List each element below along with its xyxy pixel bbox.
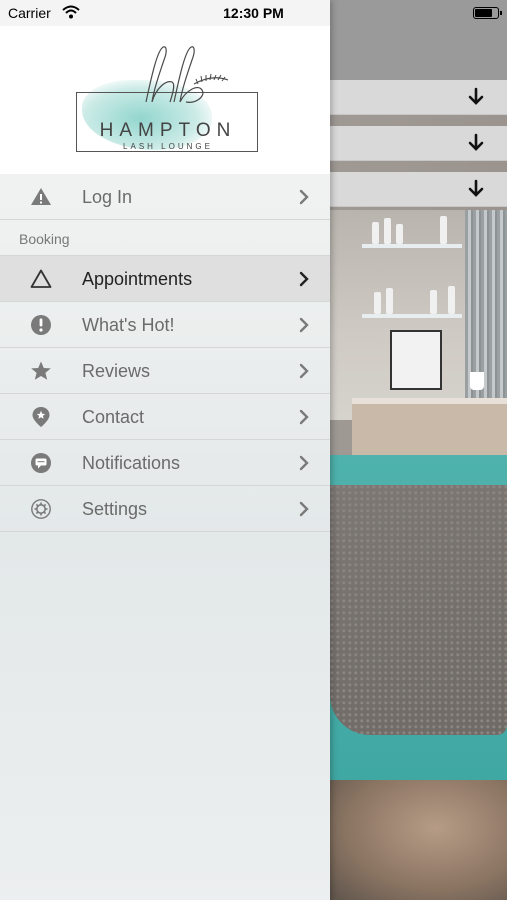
- triangle-icon: [30, 269, 52, 288]
- menu-item-label: Log In: [82, 187, 133, 207]
- status-time: 12:30 PM: [223, 5, 284, 21]
- logo-title: HAMPTON: [99, 120, 237, 141]
- background-collapsible-row[interactable]: [330, 80, 507, 115]
- menu-item-reviews[interactable]: Reviews: [0, 348, 330, 394]
- star-icon: [31, 361, 51, 380]
- chevron-right-icon: [299, 455, 309, 471]
- background-photo-bottle: [396, 224, 403, 244]
- status-bar: Carrier 12:30 PM: [0, 0, 507, 26]
- chevron-right-icon: [299, 409, 309, 425]
- gear-icon: [31, 499, 51, 519]
- background-photo-bottle: [384, 218, 391, 244]
- menu-item-notifications[interactable]: Notifications: [0, 440, 330, 486]
- menu-item-label: Notifications: [82, 453, 181, 473]
- section-header-label: Booking: [19, 231, 70, 247]
- background-collapsible-row[interactable]: [330, 172, 507, 207]
- arrow-down-icon: [468, 87, 484, 105]
- background-collapsible-row[interactable]: [330, 126, 507, 161]
- menu-item-label: Settings: [82, 499, 148, 519]
- background-photo-shelf: [362, 314, 462, 318]
- arrow-down-icon: [468, 179, 484, 197]
- chevron-right-icon: [299, 189, 309, 205]
- battery-icon: [473, 7, 502, 19]
- drawer-header: HAMPTON LASH LOUNGE: [0, 26, 330, 174]
- background-photo-cup: [470, 372, 484, 390]
- logo-subtitle: LASH LOUNGE: [123, 142, 213, 151]
- menu-item-appointments[interactable]: Appointments: [0, 256, 330, 302]
- chevron-right-icon: [299, 501, 309, 517]
- background-photo-monitor: [390, 330, 442, 390]
- chevron-right-icon: [299, 271, 309, 287]
- logo-monogram-icon: [145, 46, 229, 103]
- arrow-down-icon: [468, 133, 484, 151]
- background-photo-bottle: [430, 290, 437, 314]
- background-photo-bottle: [440, 216, 447, 244]
- background-photo-bottle: [448, 286, 455, 314]
- side-drawer: HAMPTON LASH LOUNGE Log In Booking Appoi…: [0, 0, 330, 900]
- chevron-right-icon: [299, 363, 309, 379]
- menu-item-whats-hot[interactable]: What's Hot!: [0, 302, 330, 348]
- menu-item-label: What's Hot!: [82, 315, 175, 335]
- background-photo-bottle: [372, 222, 379, 244]
- background-photo-rug: [330, 780, 507, 900]
- menu-item-label: Contact: [82, 407, 145, 427]
- menu-item-label: Reviews: [82, 361, 151, 381]
- section-header-booking: Booking: [0, 220, 330, 256]
- background-photo-shelf: [362, 244, 462, 248]
- warning-icon: [31, 188, 51, 205]
- menu-item-label: Appointments: [82, 269, 193, 289]
- menu-item-log-in[interactable]: Log In: [0, 174, 330, 220]
- drawer-menu: Log In Booking Appointments What's Hot!: [0, 174, 330, 532]
- background-photo-bottle: [386, 288, 393, 314]
- chat-bubble-icon: [31, 453, 51, 473]
- battery-fill: [475, 9, 492, 17]
- background-photo-bottle: [374, 292, 381, 314]
- menu-item-contact[interactable]: Contact: [0, 394, 330, 440]
- chevron-right-icon: [299, 317, 309, 333]
- menu-item-settings[interactable]: Settings: [0, 486, 330, 532]
- location-pin-icon: [32, 407, 50, 427]
- background-photo-blanket: [330, 485, 507, 735]
- exclamation-icon: [31, 315, 51, 335]
- brand-logo[interactable]: HAMPTON LASH LOUNGE: [76, 44, 260, 156]
